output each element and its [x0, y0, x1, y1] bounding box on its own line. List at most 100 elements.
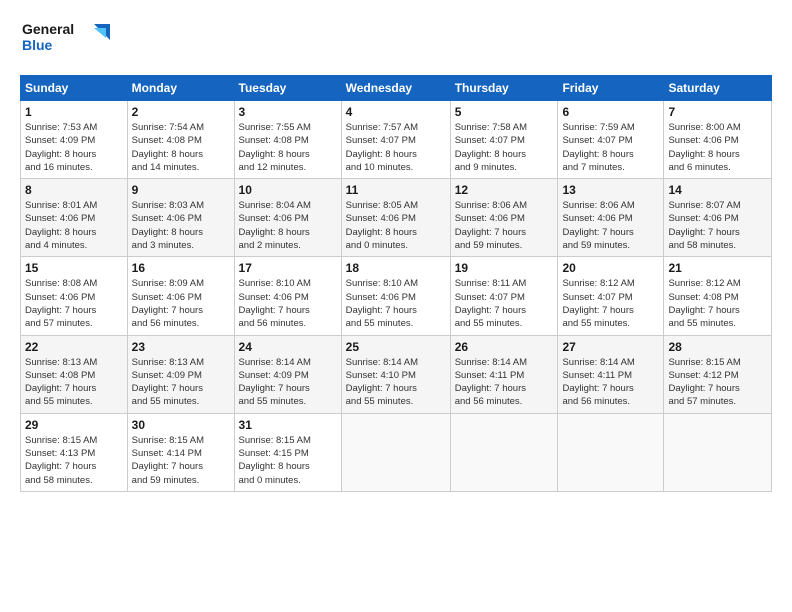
day-info: Sunrise: 8:09 AM Sunset: 4:06 PM Dayligh… — [132, 277, 230, 330]
day-number: 11 — [346, 183, 446, 197]
day-number: 31 — [239, 418, 337, 432]
table-row: 10Sunrise: 8:04 AM Sunset: 4:06 PM Dayli… — [234, 179, 341, 257]
table-row: 22Sunrise: 8:13 AM Sunset: 4:08 PM Dayli… — [21, 335, 128, 413]
header: General Blue — [20, 16, 772, 65]
page: General Blue Sunday Monday Tuesday Wedne… — [0, 0, 792, 612]
day-number: 3 — [239, 105, 337, 119]
table-row: 9 Sunrise: 8:03 AM Sunset: 4:06 PM Daylig… — [127, 179, 234, 257]
day-number: 15 — [25, 261, 123, 275]
day-info: Sunrise: 7:59 AM Sunset: 4:07 PM Dayligh… — [562, 121, 659, 174]
day-info: Sunrise: 7:58 AM Sunset: 4:07 PM Dayligh… — [455, 121, 554, 174]
table-row — [341, 413, 450, 491]
day-number: 23 — [132, 340, 230, 354]
day-info: Sunrise: 7:57 AM Sunset: 4:07 PM Dayligh… — [346, 121, 446, 174]
logo-text: General Blue — [20, 16, 120, 65]
table-row: 21Sunrise: 8:12 AM Sunset: 4:08 PM Dayli… — [664, 257, 772, 335]
table-row: 30 Sunrise: 8:15 AM Sunset: 4:14 PM Dayli… — [127, 413, 234, 491]
day-info: Sunrise: 8:03 AM Sunset: 4:06 PM Dayligh… — [132, 199, 230, 252]
day-number: 17 — [239, 261, 337, 275]
day-info: Sunrise: 8:14 AM Sunset: 4:10 PM Dayligh… — [346, 356, 446, 409]
table-row: 8 Sunrise: 8:01 AM Sunset: 4:06 PM Daylig… — [21, 179, 128, 257]
table-row — [450, 413, 558, 491]
col-friday: Friday — [558, 76, 664, 101]
day-info: Sunrise: 8:06 AM Sunset: 4:06 PM Dayligh… — [562, 199, 659, 252]
table-row: 16 Sunrise: 8:09 AM Sunset: 4:06 PM Dayli… — [127, 257, 234, 335]
day-info: Sunrise: 8:05 AM Sunset: 4:06 PM Dayligh… — [346, 199, 446, 252]
day-info: Sunrise: 8:14 AM Sunset: 4:09 PM Dayligh… — [239, 356, 337, 409]
day-number: 1 — [25, 105, 123, 119]
table-row: 12 Sunrise: 8:06 AM Sunset: 4:06 PM Dayli… — [450, 179, 558, 257]
day-info: Sunrise: 8:01 AM Sunset: 4:06 PM Dayligh… — [25, 199, 123, 252]
table-row: 31 Sunrise: 8:15 AM Sunset: 4:15 PM Dayli… — [234, 413, 341, 491]
col-saturday: Saturday — [664, 76, 772, 101]
col-sunday: Sunday — [21, 76, 128, 101]
day-info: Sunrise: 8:06 AM Sunset: 4:06 PM Dayligh… — [455, 199, 554, 252]
day-info: Sunrise: 8:11 AM Sunset: 4:07 PM Dayligh… — [455, 277, 554, 330]
day-info: Sunrise: 8:10 AM Sunset: 4:06 PM Dayligh… — [346, 277, 446, 330]
table-row: 7 Sunrise: 8:00 AM Sunset: 4:06 PM Daylig… — [664, 101, 772, 179]
table-row: 27Sunrise: 8:14 AM Sunset: 4:11 PM Dayli… — [558, 335, 664, 413]
day-number: 16 — [132, 261, 230, 275]
day-number: 8 — [25, 183, 123, 197]
day-number: 4 — [346, 105, 446, 119]
table-row: 17Sunrise: 8:10 AM Sunset: 4:06 PM Dayli… — [234, 257, 341, 335]
calendar-week-row: 22Sunrise: 8:13 AM Sunset: 4:08 PM Dayli… — [21, 335, 772, 413]
calendar-table: Sunday Monday Tuesday Wednesday Thursday… — [20, 75, 772, 492]
day-info: Sunrise: 8:07 AM Sunset: 4:06 PM Dayligh… — [668, 199, 767, 252]
svg-text:Blue: Blue — [22, 37, 53, 53]
day-number: 26 — [455, 340, 554, 354]
table-row: 15 Sunrise: 8:08 AM Sunset: 4:06 PM Dayli… — [21, 257, 128, 335]
table-row: 13 Sunrise: 8:06 AM Sunset: 4:06 PM Dayli… — [558, 179, 664, 257]
table-row — [558, 413, 664, 491]
day-number: 30 — [132, 418, 230, 432]
day-number: 18 — [346, 261, 446, 275]
day-number: 24 — [239, 340, 337, 354]
table-row: 24 Sunrise: 8:14 AM Sunset: 4:09 PM Dayli… — [234, 335, 341, 413]
day-number: 28 — [668, 340, 767, 354]
col-wednesday: Wednesday — [341, 76, 450, 101]
table-row — [664, 413, 772, 491]
table-row: 2 Sunrise: 7:54 AM Sunset: 4:08 PM Daylig… — [127, 101, 234, 179]
day-info: Sunrise: 7:53 AM Sunset: 4:09 PM Dayligh… — [25, 121, 123, 174]
day-info: Sunrise: 8:13 AM Sunset: 4:09 PM Dayligh… — [132, 356, 230, 409]
table-row: 29Sunrise: 8:15 AM Sunset: 4:13 PM Dayli… — [21, 413, 128, 491]
calendar-week-row: 29Sunrise: 8:15 AM Sunset: 4:13 PM Dayli… — [21, 413, 772, 491]
day-info: Sunrise: 7:55 AM Sunset: 4:08 PM Dayligh… — [239, 121, 337, 174]
table-row: 26 Sunrise: 8:14 AM Sunset: 4:11 PM Dayli… — [450, 335, 558, 413]
day-number: 9 — [132, 183, 230, 197]
day-number: 20 — [562, 261, 659, 275]
day-number: 13 — [562, 183, 659, 197]
day-number: 19 — [455, 261, 554, 275]
table-row: 18 Sunrise: 8:10 AM Sunset: 4:06 PM Dayli… — [341, 257, 450, 335]
day-number: 2 — [132, 105, 230, 119]
day-number: 6 — [562, 105, 659, 119]
day-info: Sunrise: 8:14 AM Sunset: 4:11 PM Dayligh… — [455, 356, 554, 409]
table-row: 4 Sunrise: 7:57 AM Sunset: 4:07 PM Daylig… — [341, 101, 450, 179]
day-info: Sunrise: 8:04 AM Sunset: 4:06 PM Dayligh… — [239, 199, 337, 252]
day-number: 12 — [455, 183, 554, 197]
table-row: 1 Sunrise: 7:53 AM Sunset: 4:09 PM Daylig… — [21, 101, 128, 179]
table-row: 3 Sunrise: 7:55 AM Sunset: 4:08 PM Daylig… — [234, 101, 341, 179]
table-row: 23 Sunrise: 8:13 AM Sunset: 4:09 PM Dayli… — [127, 335, 234, 413]
logo: General Blue — [20, 16, 120, 65]
table-row: 28Sunrise: 8:15 AM Sunset: 4:12 PM Dayli… — [664, 335, 772, 413]
day-info: Sunrise: 7:54 AM Sunset: 4:08 PM Dayligh… — [132, 121, 230, 174]
day-number: 5 — [455, 105, 554, 119]
day-info: Sunrise: 8:15 AM Sunset: 4:14 PM Dayligh… — [132, 434, 230, 487]
day-info: Sunrise: 8:15 AM Sunset: 4:15 PM Dayligh… — [239, 434, 337, 487]
day-number: 29 — [25, 418, 123, 432]
table-row: 20 Sunrise: 8:12 AM Sunset: 4:07 PM Dayli… — [558, 257, 664, 335]
table-row: 11 Sunrise: 8:05 AM Sunset: 4:06 PM Dayli… — [341, 179, 450, 257]
day-info: Sunrise: 8:00 AM Sunset: 4:06 PM Dayligh… — [668, 121, 767, 174]
day-number: 14 — [668, 183, 767, 197]
day-number: 7 — [668, 105, 767, 119]
col-thursday: Thursday — [450, 76, 558, 101]
day-number: 27 — [562, 340, 659, 354]
day-info: Sunrise: 8:12 AM Sunset: 4:07 PM Dayligh… — [562, 277, 659, 330]
day-number: 21 — [668, 261, 767, 275]
calendar-week-row: 8 Sunrise: 8:01 AM Sunset: 4:06 PM Daylig… — [21, 179, 772, 257]
day-info: Sunrise: 8:08 AM Sunset: 4:06 PM Dayligh… — [25, 277, 123, 330]
table-row: 5 Sunrise: 7:58 AM Sunset: 4:07 PM Daylig… — [450, 101, 558, 179]
calendar-week-row: 15 Sunrise: 8:08 AM Sunset: 4:06 PM Dayli… — [21, 257, 772, 335]
table-row: 19 Sunrise: 8:11 AM Sunset: 4:07 PM Dayli… — [450, 257, 558, 335]
